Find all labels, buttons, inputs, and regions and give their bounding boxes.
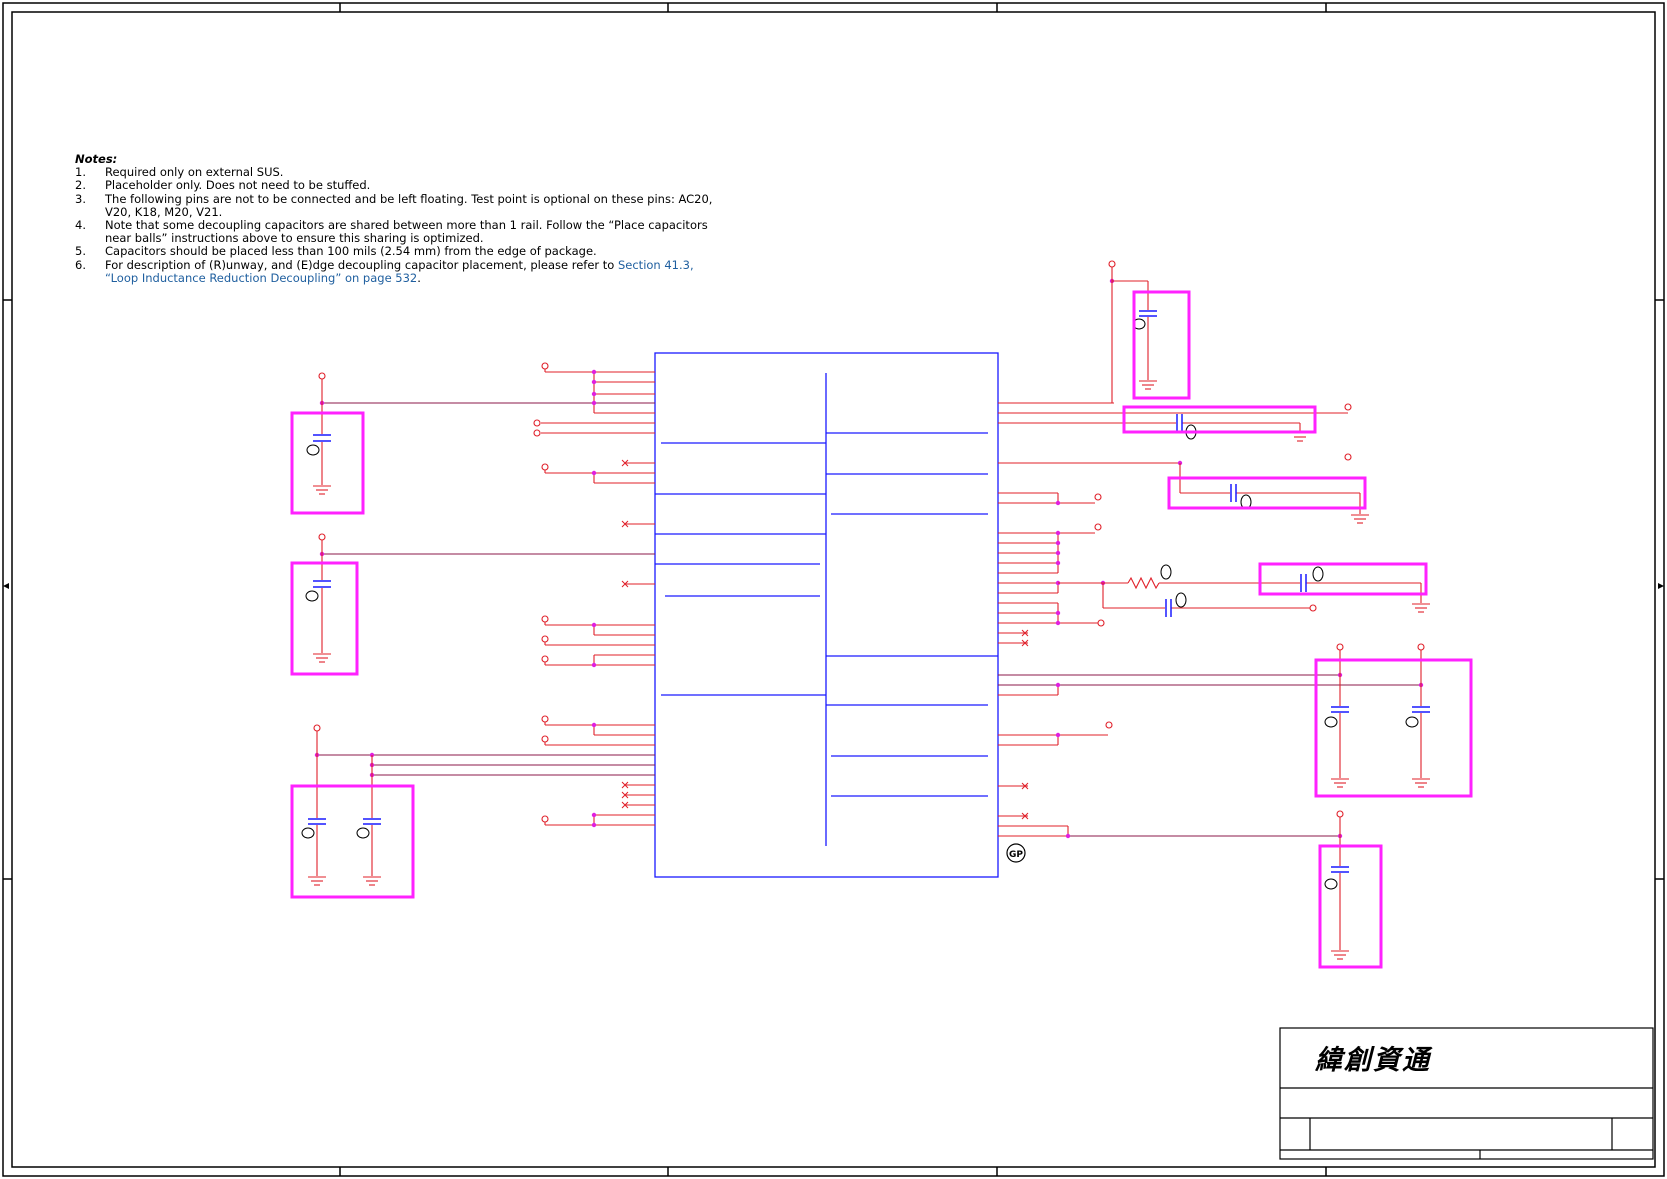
left-capacitor-group-2 — [290, 533, 359, 676]
note-text: Note that some decoupling capacitors are… — [105, 218, 708, 233]
note-item: 4. Note that some decoupling capacitors … — [75, 218, 755, 246]
gp-marker: GP — [1006, 843, 1026, 863]
left-terminals — [533, 362, 549, 825]
right-junctions — [1055, 278, 1424, 839]
right-net-wires — [998, 674, 1421, 837]
note-text: For description of (R)unway, and (E)dge … — [105, 257, 618, 272]
gp-marker-label: GP — [1009, 850, 1023, 860]
left-capacitor-group-1 — [290, 372, 365, 515]
note-number: 3. — [75, 191, 86, 206]
note-number: 5. — [75, 244, 86, 259]
right-capacitor-h1 — [1122, 405, 1317, 442]
note-number: 2. — [75, 178, 86, 193]
company-name: 緯創資通 — [1315, 1045, 1431, 1076]
section-link[interactable]: Section 41.3, — [618, 258, 694, 272]
right-capacitor-top — [1108, 260, 1191, 403]
right-capacitor-pair — [1314, 643, 1473, 798]
left-no-connect-marks — [621, 459, 629, 809]
left-pin-wires — [541, 371, 655, 826]
note-text-block: The following pins are not to be connect… — [105, 191, 755, 219]
note-item: 6. For description of (R)unway, and (E)d… — [75, 257, 755, 285]
note-text-block: For description of (R)unway, and (E)dge … — [105, 257, 755, 285]
note-text-continued: V20, K18, M20, V21. — [105, 204, 223, 219]
note-text-continued: near balls” instructions above to ensure… — [105, 231, 484, 246]
right-no-connect-arrows — [1021, 629, 1029, 820]
right-pin-wires — [998, 402, 1348, 837]
note-number: 6. — [75, 257, 86, 272]
note-text-tail: . — [417, 270, 421, 285]
chip-symbol — [654, 352, 999, 878]
right-capacitor-bottom — [1318, 810, 1383, 969]
left-capacitor-group-3 — [290, 724, 415, 899]
note-text: The following pins are not to be connect… — [105, 191, 713, 206]
note-item: 3. The following pins are not to be conn… — [75, 191, 755, 219]
notes-block: Notes: 1. Required only on external SUS.… — [75, 152, 755, 285]
right-terminals — [1094, 403, 1352, 729]
frame-arrows — [3, 583, 1664, 589]
resistor-cap-network — [1058, 562, 1430, 617]
note-text-block: Note that some decoupling capacitors are… — [105, 218, 755, 246]
left-net-wires — [317, 402, 655, 776]
right-capacitor-h2 — [1167, 463, 1369, 524]
note-number: 4. — [75, 218, 86, 233]
page-reference-link[interactable]: “Loop Inductance Reduction Decoupling” o… — [105, 271, 417, 285]
